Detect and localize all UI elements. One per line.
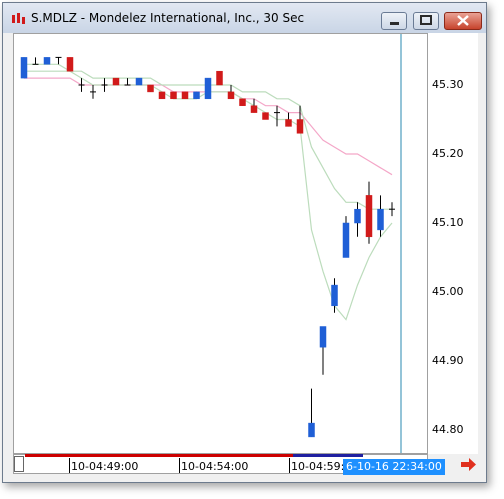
candle-body [377, 208, 384, 231]
candle-body [250, 105, 258, 113]
chart-window: S.MDLZ - Mondelez International, Inc., 3… [2, 2, 487, 483]
app-icon [12, 13, 25, 24]
maximize-icon [420, 15, 432, 25]
scroll-left-button[interactable] [14, 456, 24, 472]
time-tick-label: 10-04:54:00 [181, 460, 249, 473]
plot-area[interactable] [13, 33, 428, 454]
close-icon [457, 15, 469, 26]
candle-body [181, 91, 189, 100]
candle-body [342, 222, 350, 258]
title-bar[interactable]: S.MDLZ - Mondelez International, Inc., 3… [3, 3, 486, 33]
minimize-button[interactable] [381, 12, 407, 30]
candle-body [285, 119, 292, 127]
time-tick [289, 458, 290, 473]
close-button[interactable] [444, 12, 482, 30]
candle-body [319, 326, 327, 348]
candle-body [66, 57, 74, 72]
candle-body [308, 422, 315, 438]
candle-body [365, 195, 373, 238]
minimize-icon [390, 22, 399, 25]
candle-body [170, 91, 177, 100]
candle-body [354, 208, 361, 224]
time-tick [179, 458, 180, 473]
visible-range-thumb[interactable] [293, 454, 363, 457]
price-tick-label: 45.10 [432, 216, 464, 229]
candle-body [216, 70, 223, 86]
price-axis[interactable]: 45.30 45.20 45.10 45.00 44.90 44.80 [428, 33, 478, 454]
history-scrollbar[interactable] [25, 454, 327, 457]
candle-body [262, 112, 269, 120]
price-tick-label: 44.90 [432, 354, 464, 367]
price-tick-label: 45.00 [432, 285, 464, 298]
candle-body [204, 77, 212, 100]
candle-body [158, 91, 166, 100]
ma-fast-line [24, 70, 393, 321]
window-title: S.MDLZ - Mondelez International, Inc., 3… [31, 11, 305, 25]
candle-body [20, 57, 28, 79]
candle-body [296, 119, 304, 134]
price-tick-label: 45.30 [432, 78, 464, 91]
time-tick [69, 458, 70, 473]
cursor-time-label: 6-10-16 22:34:00 [343, 459, 445, 475]
maximize-button[interactable] [413, 12, 439, 30]
candle-body [239, 98, 246, 106]
candle-body [227, 91, 235, 100]
candle-body [147, 84, 154, 93]
price-tick-label: 44.80 [432, 423, 464, 436]
candlestick-chart [20, 34, 402, 453]
price-tick-label: 45.20 [432, 147, 464, 160]
candle-body [135, 77, 143, 86]
candle-body [112, 77, 120, 86]
candle-body [331, 284, 338, 307]
candle-body [193, 91, 200, 100]
time-tick-label: 10-04:49:00 [71, 460, 139, 473]
scroll-right-arrow-icon[interactable] [460, 458, 477, 471]
candle-body [43, 57, 51, 65]
